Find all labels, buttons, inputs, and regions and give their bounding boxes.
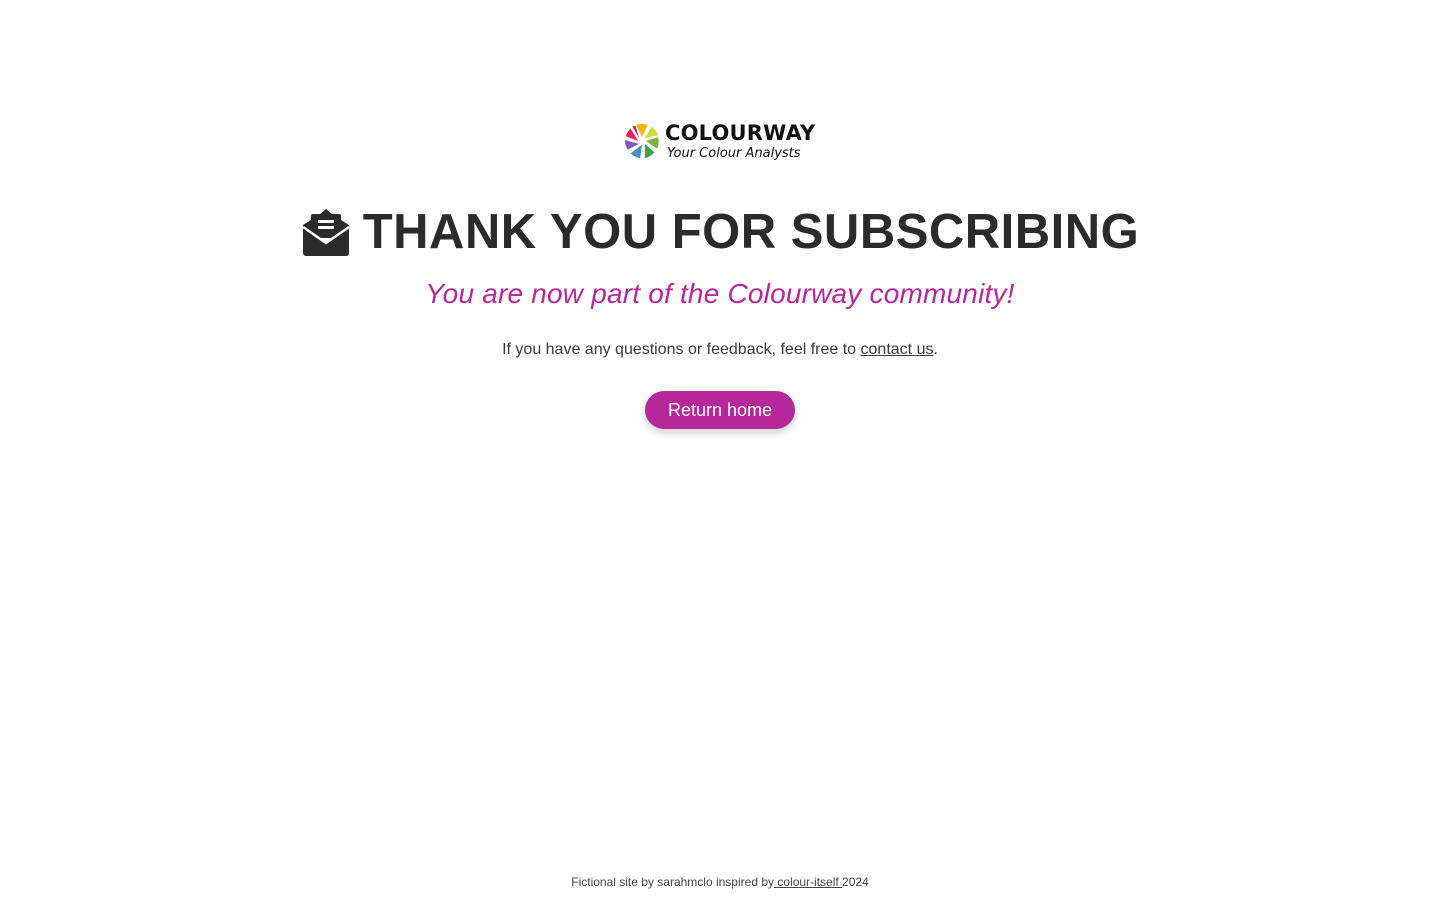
return-home-button[interactable]: Return home	[645, 391, 795, 429]
footer: Fictional site by sarahmclo inspired by …	[0, 875, 1440, 889]
colour-itself-link[interactable]: colour-itself	[774, 875, 842, 889]
contact-note: If you have any questions or feedback, f…	[0, 341, 1440, 359]
contact-note-prefix: If you have any questions or feedback, f…	[502, 341, 861, 358]
contact-us-link[interactable]: contact us	[861, 341, 934, 358]
subtitle: You are now part of the Colourway commun…	[425, 278, 1015, 309]
colour-wheel-icon	[624, 123, 659, 159]
footer-prefix: Fictional site by sarahmclo inspired by	[571, 875, 775, 889]
page-title: THANK YOU FOR SUBSCRIBING	[0, 200, 1440, 264]
contact-note-suffix: .	[933, 341, 938, 358]
logo[interactable]: COLOURWAY Your Colour Analysts	[623, 120, 818, 162]
logo-name: COLOURWAY	[665, 120, 816, 145]
logo-tagline: Your Colour Analysts	[667, 145, 801, 161]
headline-text: THANK YOU FOR SUBSCRIBING	[362, 205, 1140, 259]
footer-year: 2024	[842, 875, 869, 889]
envelope-open-text-icon	[301, 209, 350, 256]
